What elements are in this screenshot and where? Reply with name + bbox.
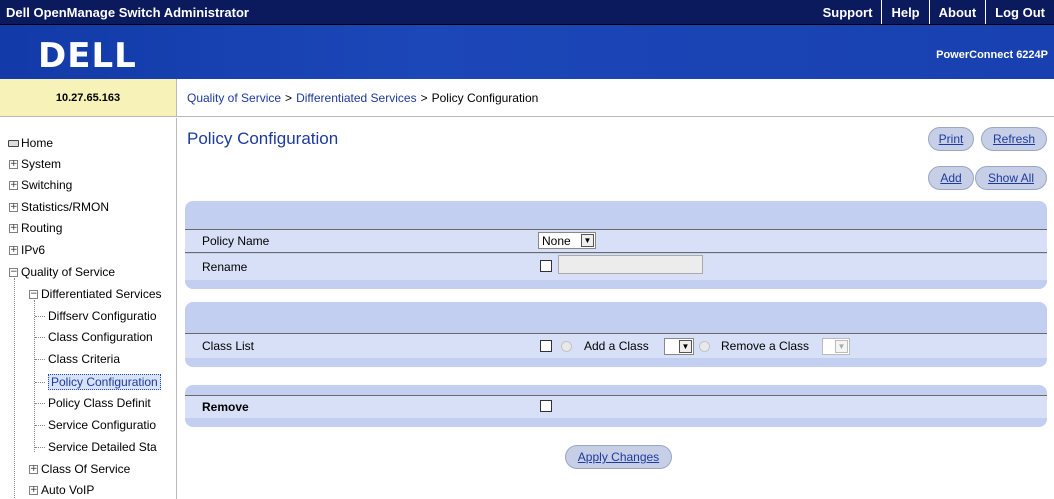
page-title: Policy Configuration xyxy=(187,129,339,148)
dell-logo: DELL xyxy=(38,36,137,76)
rename-input[interactable] xyxy=(558,255,703,274)
expand-icon[interactable]: + xyxy=(9,202,18,212)
breadcrumb: Quality of Service > Differentiated Serv… xyxy=(177,79,1054,117)
sidebar-item-system[interactable]: + System xyxy=(9,153,61,175)
sidebar-item-service-config[interactable]: Service Configuratio xyxy=(35,414,156,436)
expand-icon[interactable]: + xyxy=(9,223,18,233)
sidebar-item-ipv6[interactable]: + IPv6 xyxy=(9,239,45,261)
sidebar-item-policy-config[interactable]: Policy Configuration xyxy=(35,371,161,393)
sidebar-item-service-detailed[interactable]: Service Detailed Sta xyxy=(35,436,157,458)
sidebar-item-home[interactable]: Home xyxy=(8,132,53,154)
add-class-radio[interactable] xyxy=(561,341,572,352)
device-ip: 10.27.65.163 xyxy=(0,79,177,117)
remove-class-label: Remove a Class xyxy=(721,339,810,353)
breadcrumb-current: Policy Configuration xyxy=(431,90,539,105)
home-icon xyxy=(8,139,19,147)
rename-label: Rename xyxy=(202,260,248,274)
support-link[interactable]: Support xyxy=(814,0,882,24)
sidebar-item-auto-voip[interactable]: + Auto VoIP xyxy=(29,479,94,499)
sidebar: Home + System + Switching + Statistics/RMON… xyxy=(0,118,177,499)
sidebar-item-policy-class-def[interactable]: Policy Class Definit xyxy=(35,392,151,414)
about-link[interactable]: About xyxy=(928,0,986,24)
sidebar-item-qos[interactable]: − Quality of Service xyxy=(9,261,115,283)
expand-icon[interactable]: + xyxy=(29,464,38,474)
apply-changes-button[interactable]: Apply Changes xyxy=(565,445,672,469)
expand-icon[interactable]: + xyxy=(9,159,18,169)
top-links: Support Help About Log Out xyxy=(814,0,1054,24)
breadcrumb-separator: > xyxy=(285,90,293,105)
print-button[interactable]: Print xyxy=(928,127,974,151)
policy-name-label: Policy Name xyxy=(202,234,270,248)
chevron-down-icon: ▼ xyxy=(581,234,594,247)
sidebar-item-class-config[interactable]: Class Configuration xyxy=(35,326,153,348)
policy-name-row: Policy Name xyxy=(185,230,1047,252)
sidebar-item-diffserv[interactable]: − Differentiated Services xyxy=(29,283,162,305)
help-link[interactable]: Help xyxy=(881,0,928,24)
breadcrumb-qos[interactable]: Quality of Service xyxy=(187,91,281,105)
policy-name-select[interactable]: None ▼ xyxy=(538,232,596,249)
sidebar-item-class-of-service[interactable]: + Class Of Service xyxy=(29,458,130,480)
remove-row: Remove xyxy=(185,396,1047,418)
class-list-checkbox[interactable] xyxy=(540,340,552,352)
sidebar-item-statistics[interactable]: + Statistics/RMON xyxy=(9,196,109,218)
add-button[interactable]: Add xyxy=(928,166,974,190)
app-title: Dell OpenManage Switch Administrator xyxy=(6,4,249,20)
chevron-down-icon: ▼ xyxy=(835,340,848,353)
remove-checkbox[interactable] xyxy=(540,400,552,412)
remove-class-select[interactable]: ▼ xyxy=(822,338,850,355)
sidebar-item-diffserv-config[interactable]: Diffserv Configuratio xyxy=(35,305,157,327)
logout-link[interactable]: Log Out xyxy=(985,0,1054,24)
sidebar-item-routing[interactable]: + Routing xyxy=(9,217,62,239)
show-all-button[interactable]: Show All xyxy=(975,166,1047,190)
collapse-icon[interactable]: − xyxy=(9,267,18,277)
add-class-select[interactable]: ▼ xyxy=(664,338,694,355)
collapse-icon[interactable]: − xyxy=(29,289,38,299)
expand-icon[interactable]: + xyxy=(9,180,18,190)
expand-icon[interactable]: + xyxy=(9,245,18,255)
chevron-down-icon: ▼ xyxy=(679,340,692,353)
sidebar-item-switching[interactable]: + Switching xyxy=(9,174,72,196)
banner: DELL PowerConnect 6224P xyxy=(0,25,1054,79)
breadcrumb-separator: > xyxy=(420,90,428,105)
remove-label: Remove xyxy=(202,400,249,414)
breadcrumb-diffserv[interactable]: Differentiated Services xyxy=(296,91,417,105)
top-bar: Dell OpenManage Switch Administrator Sup… xyxy=(0,0,1054,25)
sidebar-item-class-criteria[interactable]: Class Criteria xyxy=(35,348,120,370)
device-model: PowerConnect 6224P xyxy=(936,49,1048,61)
add-class-label: Add a Class xyxy=(584,339,649,353)
refresh-button[interactable]: Refresh xyxy=(981,127,1047,151)
expand-icon[interactable]: + xyxy=(29,485,38,495)
rename-checkbox[interactable] xyxy=(540,260,552,272)
class-list-label: Class List xyxy=(202,339,255,353)
remove-class-radio[interactable] xyxy=(699,341,710,352)
